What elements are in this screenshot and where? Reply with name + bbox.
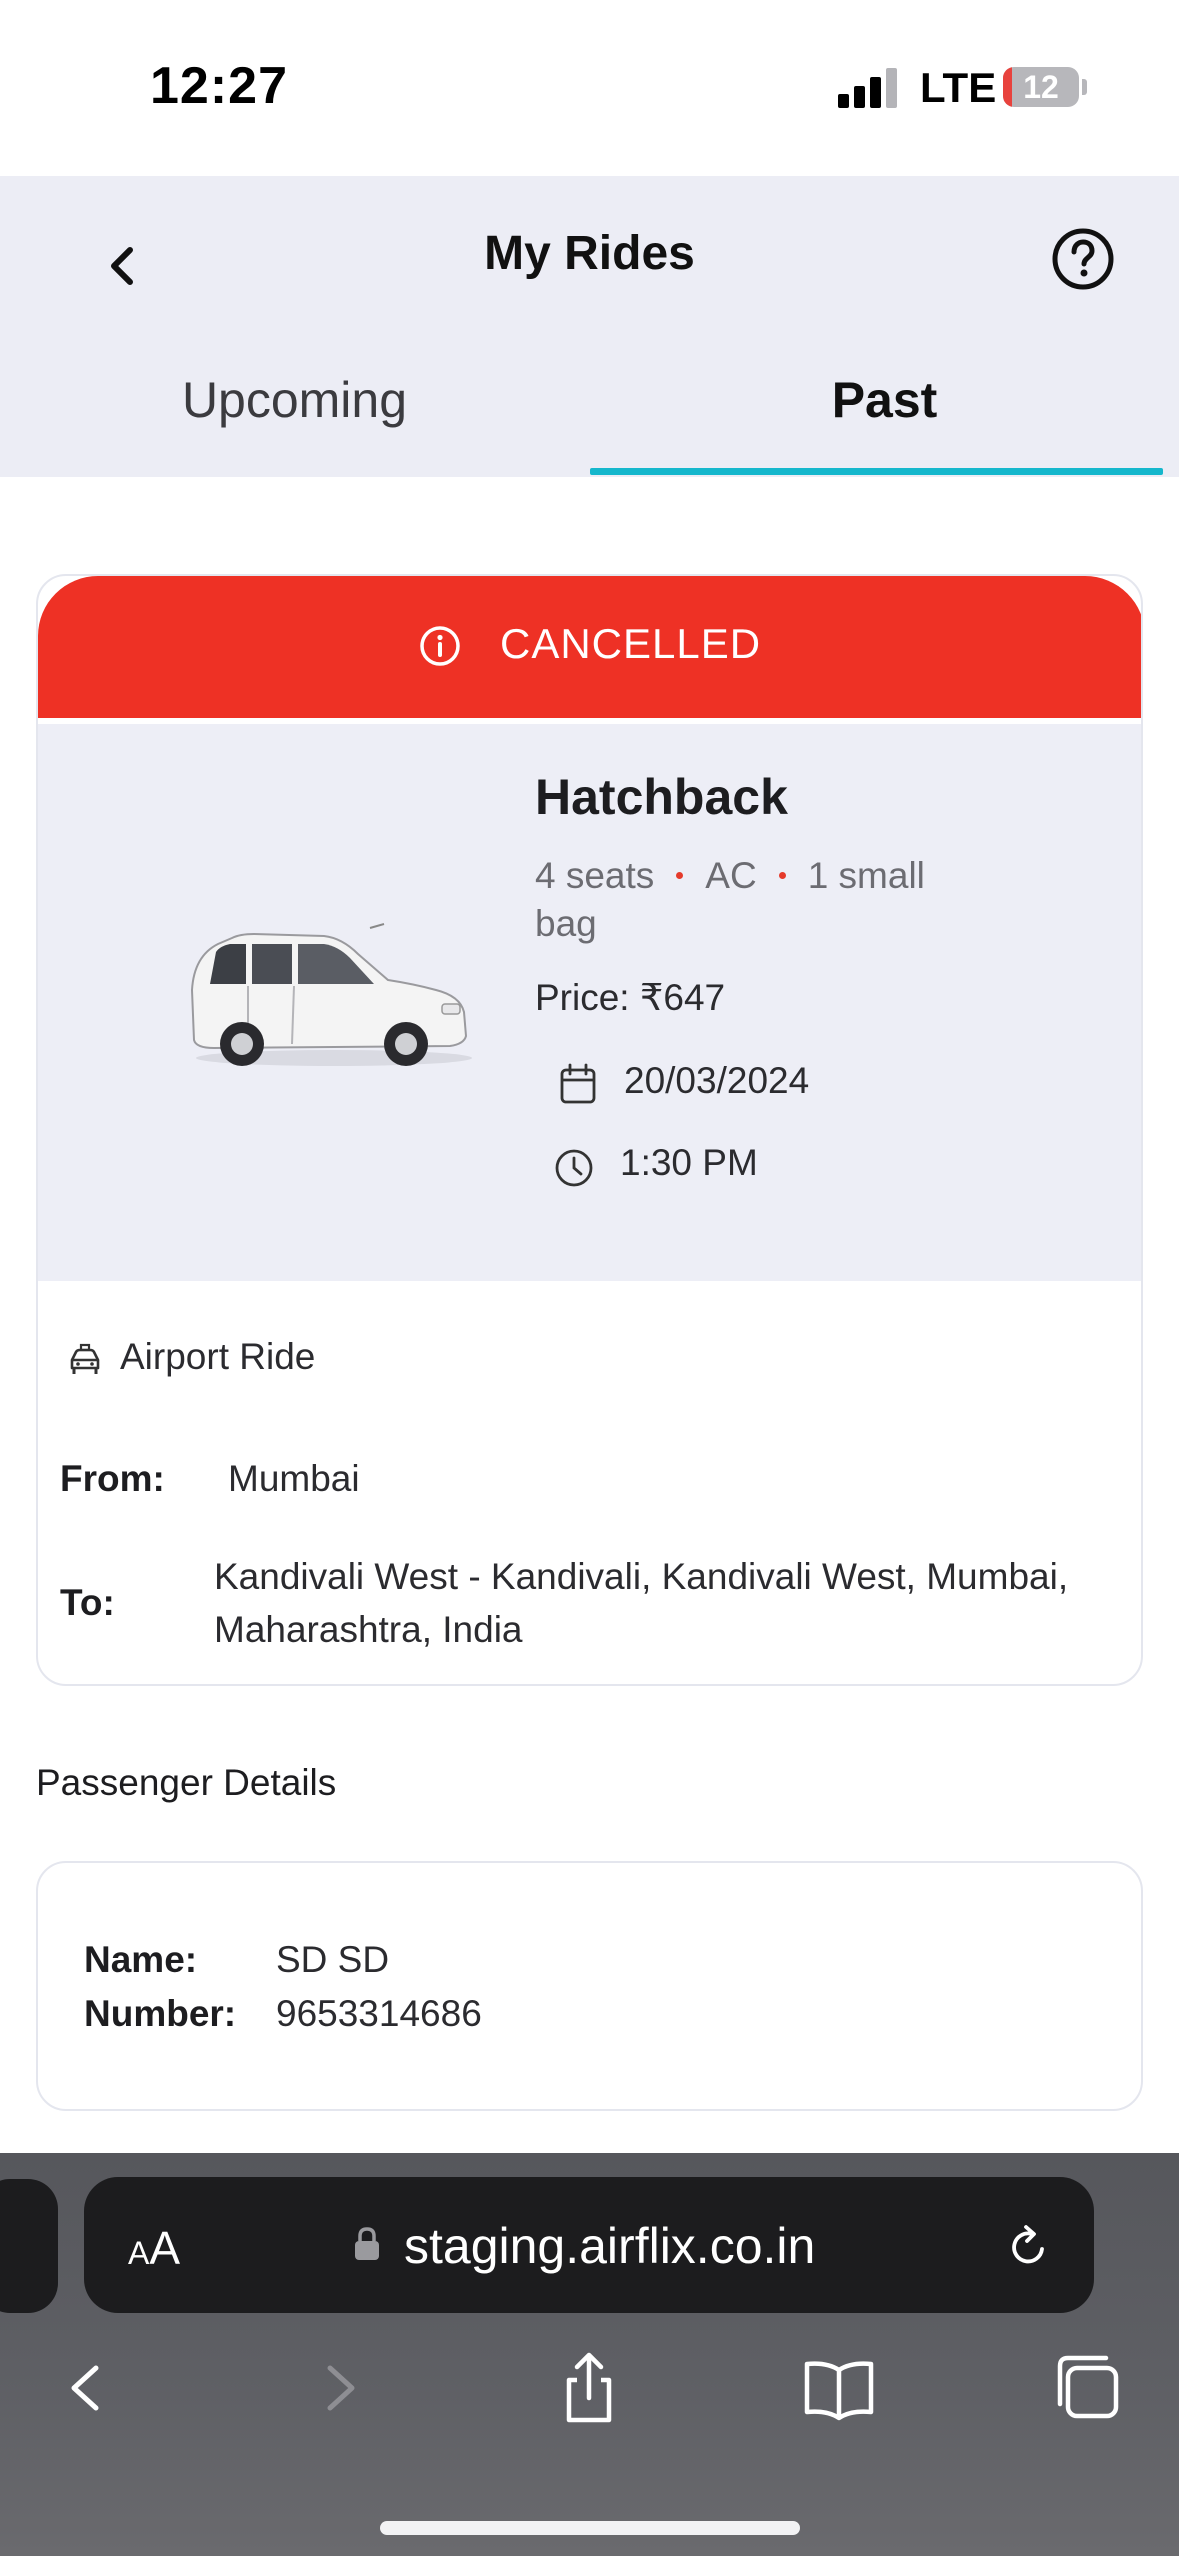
page-title: My Rides bbox=[484, 227, 695, 280]
car-features: 4 seats AC 1 small bag bbox=[535, 852, 995, 948]
question-circle-icon bbox=[1052, 228, 1114, 290]
separator-dot bbox=[676, 871, 684, 879]
tabs-icon[interactable] bbox=[1050, 2350, 1126, 2426]
status-bar: 12:27 LTE 12 bbox=[0, 0, 1179, 176]
ride-card[interactable]: CANCELLED Hatchback 4 seats AC 1 small bag… bbox=[36, 574, 1143, 1686]
bookmarks-icon[interactable] bbox=[801, 2350, 877, 2426]
passenger-card: Name: SD SD Number: 9653314686 bbox=[36, 1861, 1143, 2111]
address-bar[interactable]: AA staging.airflix.co.in bbox=[84, 2177, 1094, 2313]
active-tab-indicator bbox=[590, 468, 1163, 475]
battery-level: 12 bbox=[1023, 69, 1059, 105]
back-icon[interactable] bbox=[48, 2350, 124, 2426]
info-icon bbox=[420, 626, 460, 666]
help-button[interactable] bbox=[1050, 226, 1116, 292]
car-details-panel: Hatchback 4 seats AC 1 small bag Price: ₹6… bbox=[38, 724, 1141, 1281]
car-type: Hatchback bbox=[535, 769, 788, 825]
battery-icon: 12 bbox=[1003, 67, 1079, 107]
taxi-icon bbox=[70, 1343, 100, 1374]
url-text: staging.airflix.co.in bbox=[404, 2218, 816, 2274]
network-type: LTE bbox=[920, 64, 997, 111]
from-location: Mumbai bbox=[228, 1458, 360, 1499]
passenger-section-title: Passenger Details bbox=[36, 1762, 337, 1803]
lock-icon bbox=[355, 2227, 379, 2260]
ride-kind: Airport Ride bbox=[120, 1336, 316, 1377]
calendar-icon bbox=[560, 1063, 596, 1104]
status-time: 12:27 bbox=[150, 57, 288, 115]
home-indicator bbox=[380, 2521, 800, 2535]
car-image bbox=[190, 923, 472, 1066]
browser-toolbar: AA staging.airflix.co.in bbox=[0, 2153, 1179, 2556]
ride-time: 1:30 PM bbox=[620, 1142, 758, 1183]
battery-tip bbox=[1082, 79, 1087, 95]
feature-seats: 4 seats bbox=[535, 855, 655, 896]
previous-tab-preview[interactable] bbox=[0, 2179, 58, 2313]
tab-upcoming[interactable]: Upcoming bbox=[0, 371, 589, 429]
passenger-number: 9653314686 bbox=[276, 1993, 482, 2034]
tab-past[interactable]: Past bbox=[590, 371, 1179, 429]
status-banner: CANCELLED bbox=[38, 576, 1141, 718]
app-header: My Rides Upcoming Past bbox=[0, 176, 1179, 477]
to-location: Kandivali West - Kandivali, Kandivali We… bbox=[214, 1556, 1069, 1650]
signal-strength-icon bbox=[838, 68, 898, 108]
ride-price: Price: ₹647 bbox=[535, 977, 726, 1018]
clock-icon bbox=[555, 1149, 593, 1187]
reload-icon[interactable] bbox=[1002, 2221, 1054, 2273]
feature-ac: AC bbox=[705, 855, 757, 896]
forward-icon[interactable] bbox=[302, 2350, 378, 2426]
separator-dot bbox=[778, 871, 786, 879]
passenger-name-label: Name: bbox=[84, 1939, 198, 1980]
passenger-number-label: Number: bbox=[84, 1993, 237, 2034]
from-label: From: bbox=[60, 1458, 165, 1499]
share-icon[interactable] bbox=[551, 2350, 627, 2426]
ride-date: 20/03/2024 bbox=[624, 1060, 810, 1101]
passenger-name: SD SD bbox=[276, 1939, 390, 1980]
status-label: CANCELLED bbox=[500, 620, 762, 667]
text-size-button[interactable]: AA bbox=[128, 2221, 180, 2275]
to-label: To: bbox=[60, 1582, 115, 1623]
